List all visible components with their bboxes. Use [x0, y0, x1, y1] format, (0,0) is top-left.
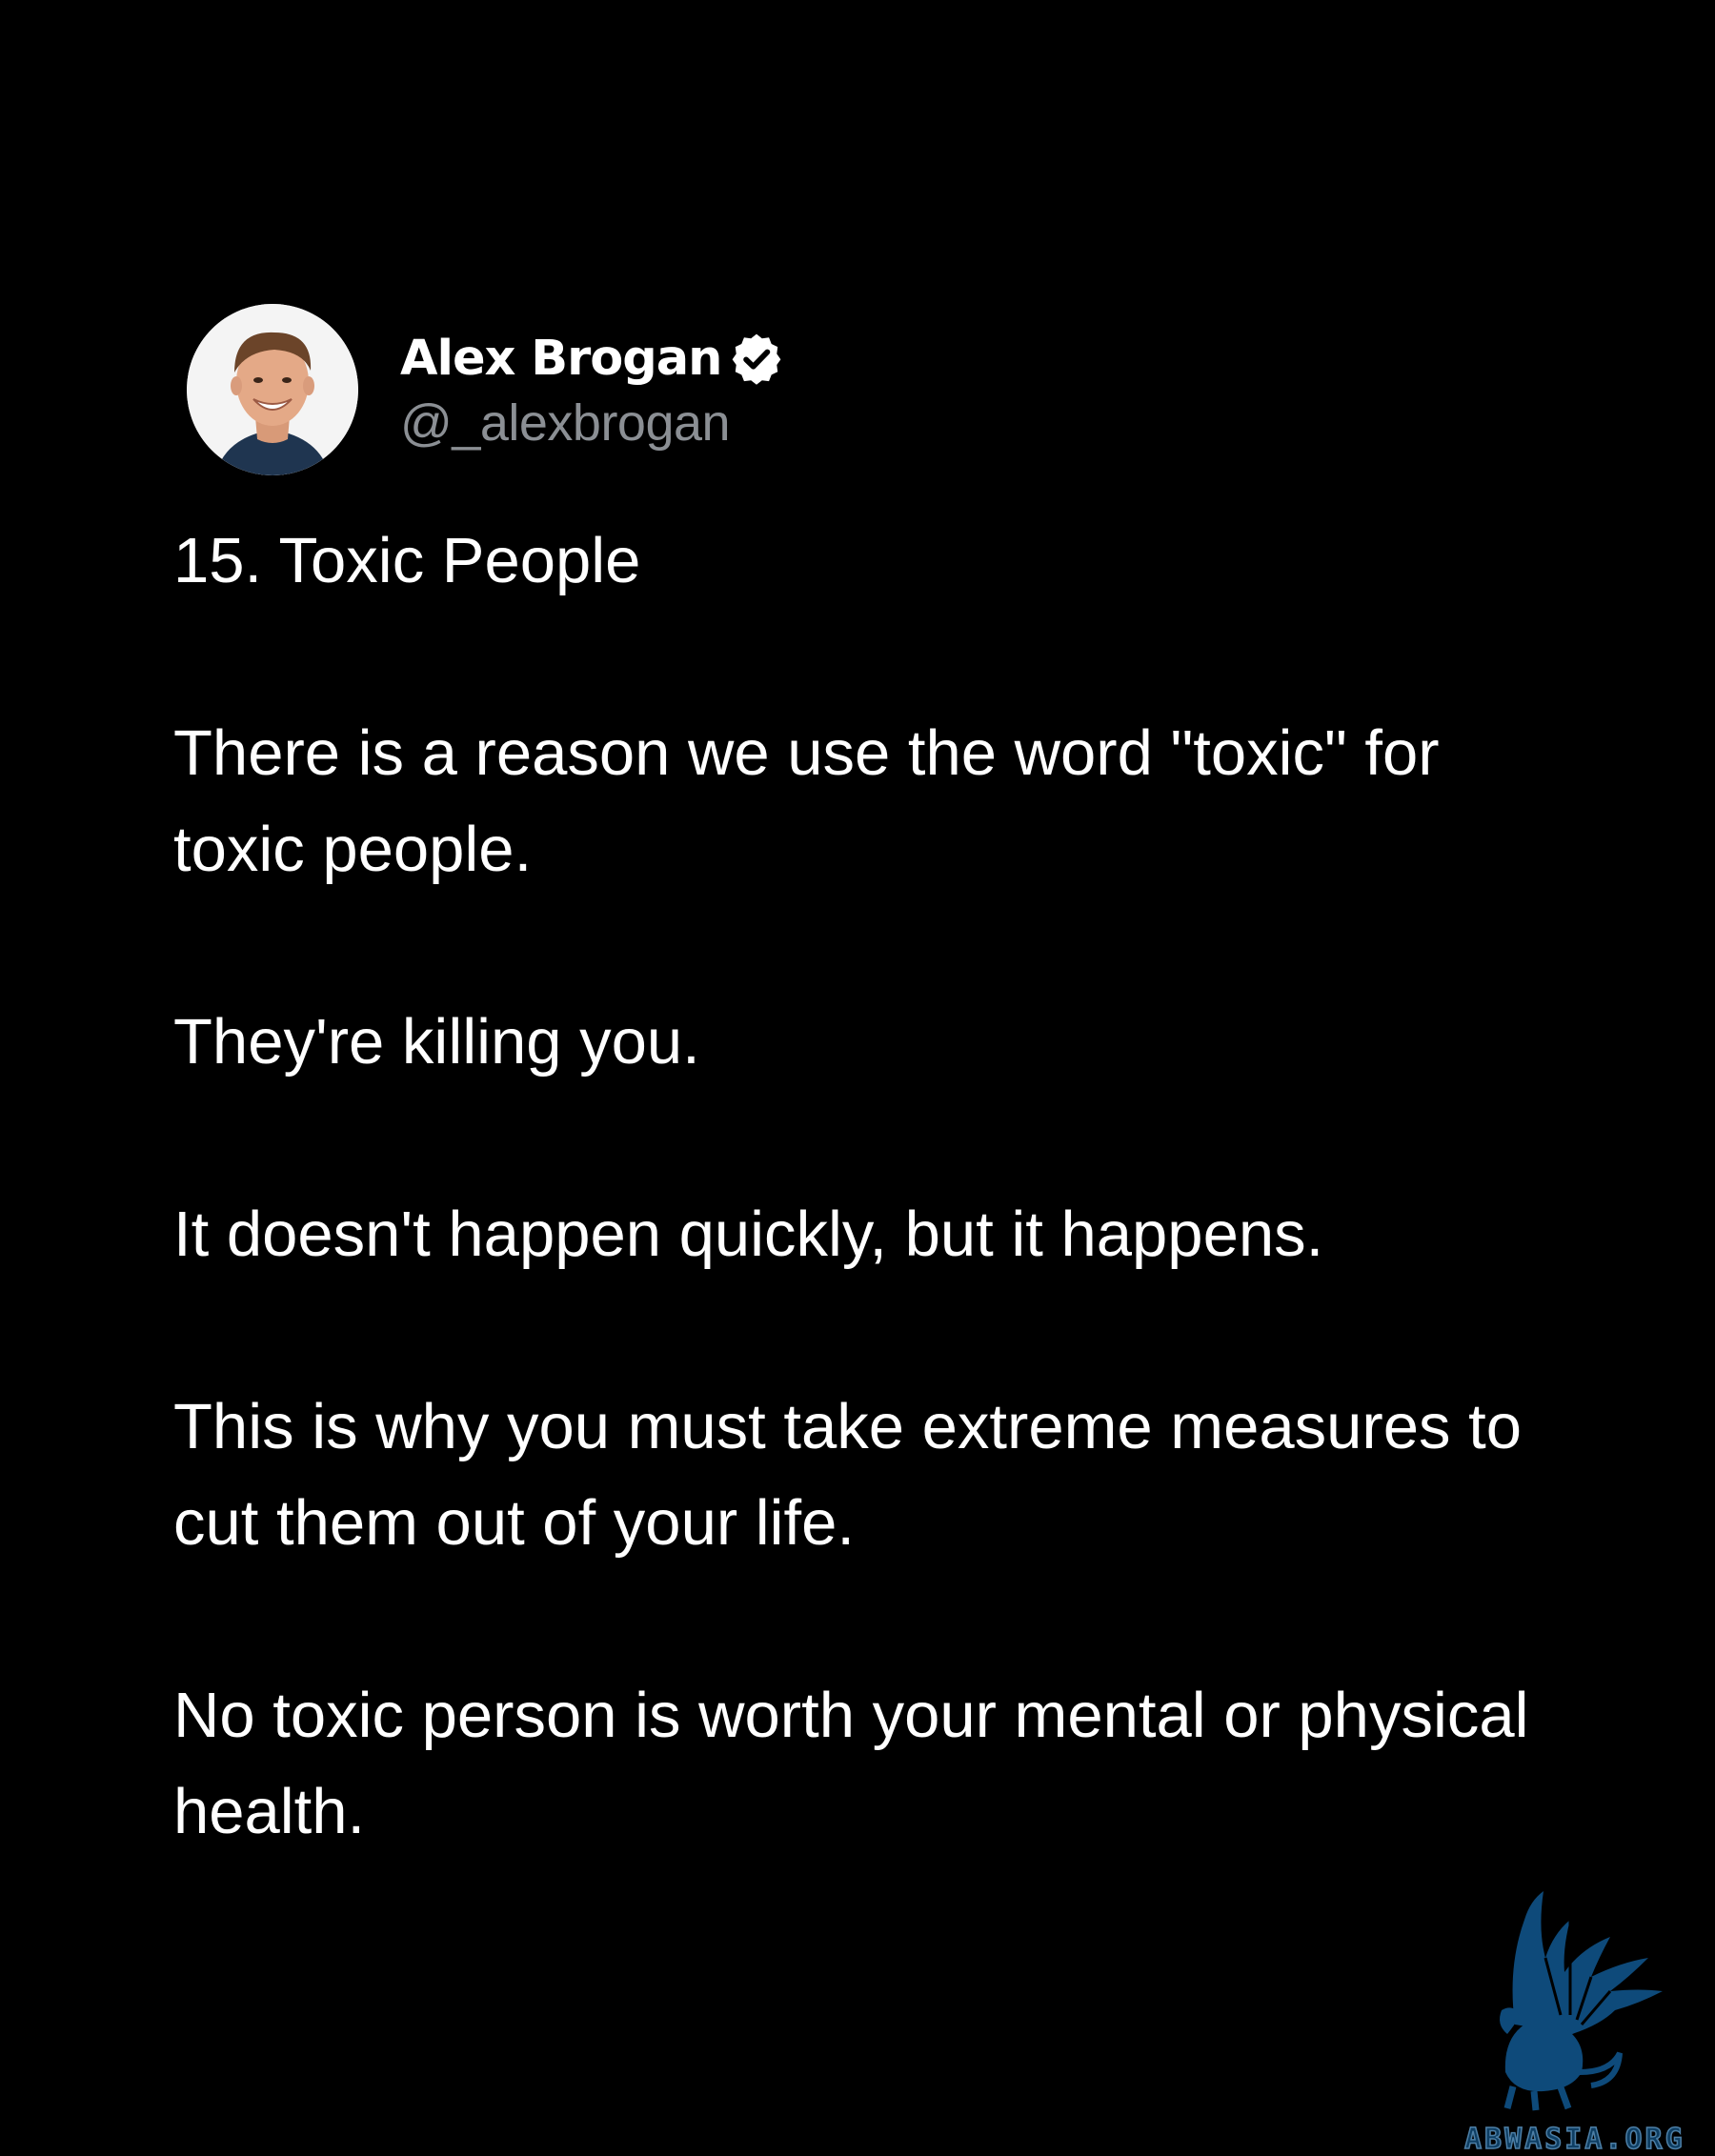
user-handle[interactable]: @_alexbrogan	[400, 393, 784, 453]
watermark-text: ABWASIA.ORG	[1463, 2122, 1685, 2156]
display-name[interactable]: Alex Brogan	[400, 331, 722, 387]
post-author: Alex Brogan @_alexbrogan	[173, 303, 1584, 476]
name-row: Alex Brogan	[400, 327, 784, 390]
post-paragraph: No toxic person is worth your mental or …	[173, 1680, 1529, 1847]
post-paragraph: It doesn't happen quickly, but it happen…	[173, 1199, 1324, 1270]
author-meta: Alex Brogan @_alexbrogan	[400, 327, 784, 453]
post-title: 15. Toxic People	[173, 525, 641, 596]
post-card: Alex Brogan @_alexbrogan 15. Toxic Peopl…	[173, 303, 1584, 1860]
griffin-logo-icon	[1500, 1891, 1663, 2111]
avatar[interactable]	[187, 304, 358, 475]
post-paragraph: They're killing you.	[173, 1006, 700, 1078]
post-paragraph: This is why you must take extreme measur…	[173, 1391, 1522, 1559]
profile-photo-icon	[187, 304, 358, 475]
post-paragraph: There is a reason we use the word "toxic…	[173, 717, 1440, 885]
watermark-logo	[1458, 1882, 1715, 2144]
verified-badge-icon	[729, 331, 784, 386]
post-text: 15. Toxic People There is a reason we us…	[173, 513, 1584, 1860]
